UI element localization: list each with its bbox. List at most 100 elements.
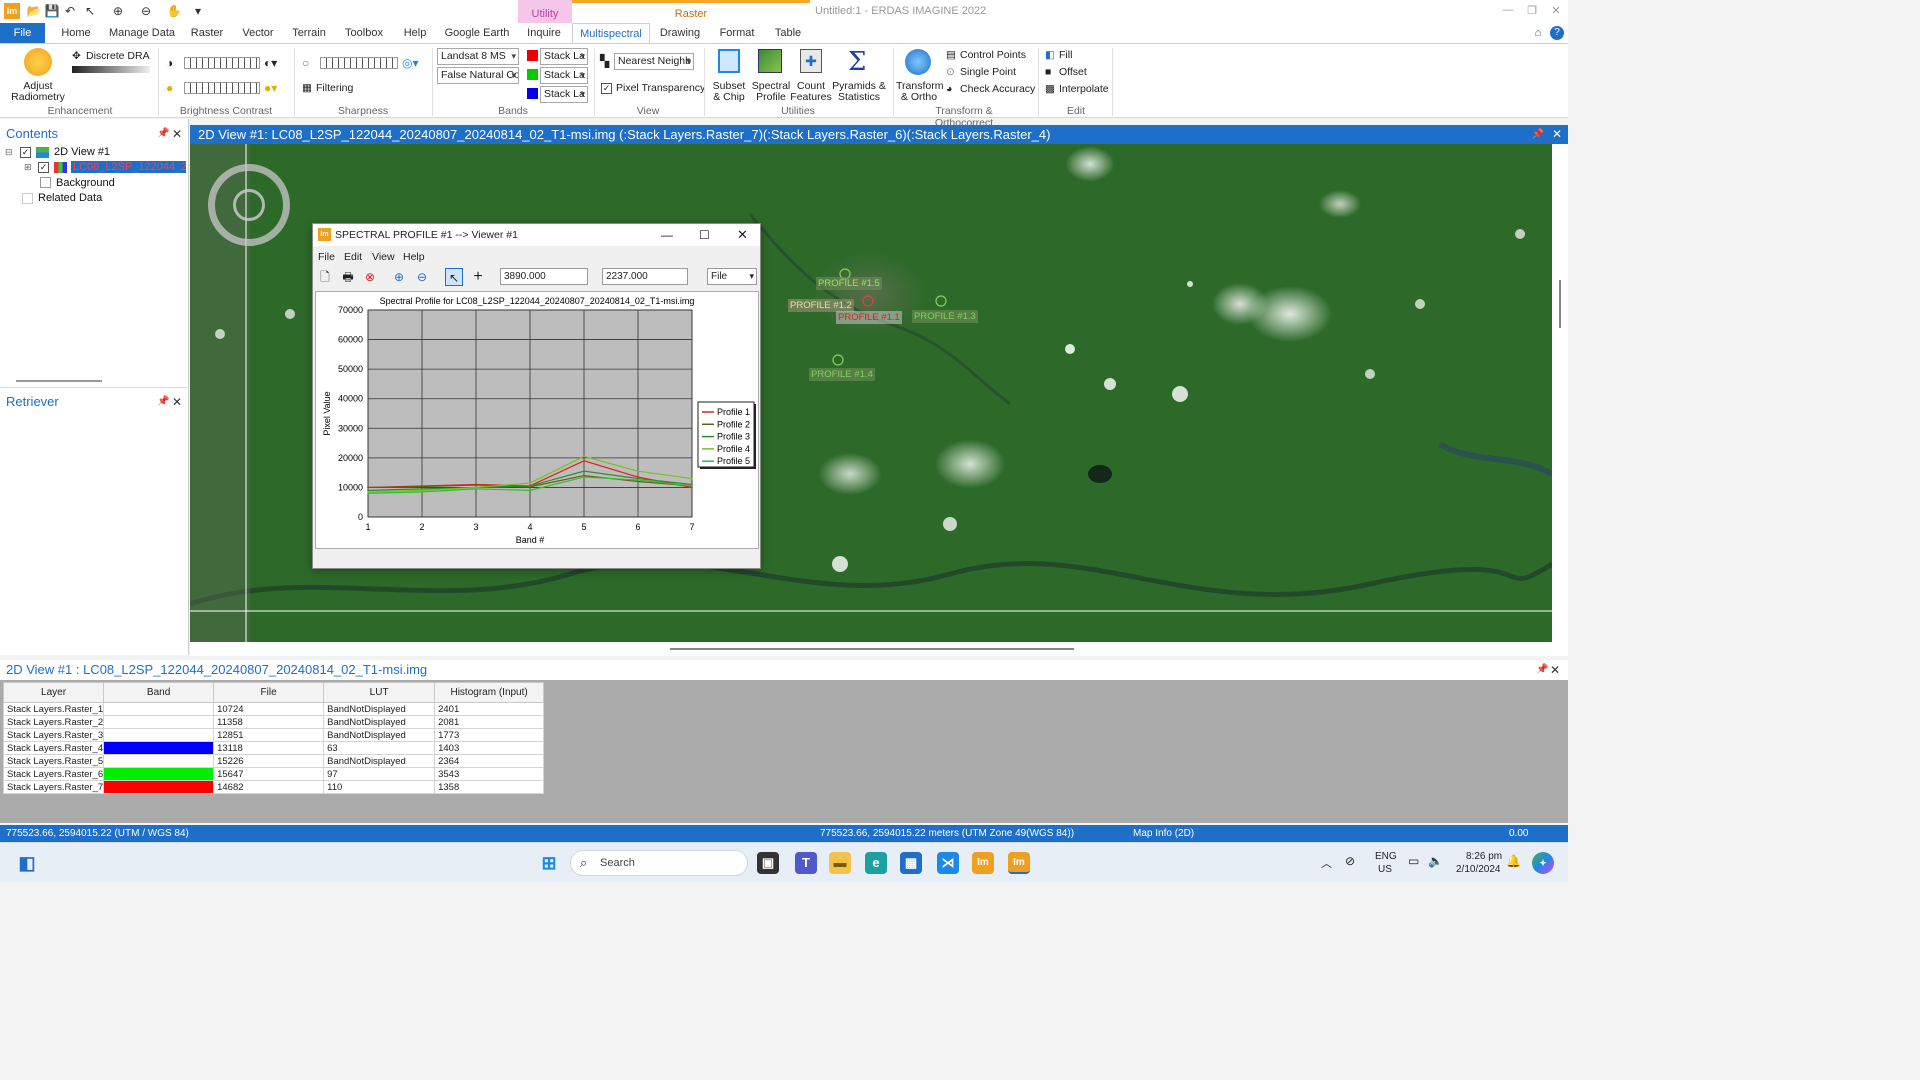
contrast-slider[interactable] (184, 82, 260, 94)
subset-chip-button[interactable]: Subset & Chip (708, 81, 750, 103)
table-row[interactable]: Stack Layers.Raster_3 12851 BandNotDisplay… (2, 728, 545, 742)
vscode-icon[interactable]: ⋊ (937, 852, 959, 874)
new-icon[interactable]: 🗋 (316, 268, 334, 286)
expand-layer-icon[interactable]: ⊞ (24, 162, 32, 173)
tab-table[interactable]: Table (768, 23, 808, 43)
view-checkbox[interactable]: ✓ (20, 147, 31, 158)
cell-lut[interactable]: BandNotDisplayed (323, 754, 436, 768)
contents-pin-icon[interactable]: 📌 (157, 128, 169, 139)
retriever-pin-icon[interactable]: 📌 (157, 396, 169, 407)
tree-item-related-data[interactable]: Related Data (38, 192, 102, 204)
adjust-radiometry-button[interactable]: Adjust Radiometry (8, 81, 68, 103)
store-icon[interactable]: ▦ (900, 852, 922, 874)
brightness-slider[interactable] (184, 57, 260, 69)
profile-label-1-4[interactable]: PROFILE #1.4 (809, 368, 875, 381)
start-icon[interactable]: ⊞ (538, 852, 560, 874)
zoom-out-icon[interactable]: ⊖ (138, 3, 154, 19)
dialog-menu-file[interactable]: File (318, 251, 335, 263)
tab-drawing[interactable]: Drawing (655, 23, 705, 43)
x-coordinate-input[interactable]: 3890.000 (500, 268, 588, 285)
tree-item-background[interactable]: Background (56, 177, 115, 189)
cell-lut[interactable]: 110 (323, 780, 436, 794)
cell-file[interactable]: 11358 (213, 715, 325, 729)
sharpness-slider[interactable] (320, 57, 398, 69)
table-row[interactable]: Stack Layers.Raster_6 15647 97 3543 (2, 767, 545, 781)
zoom-out-icon[interactable]: ⊖ (413, 268, 431, 286)
volume-icon[interactable]: 🔈 (1428, 854, 1443, 868)
cell-lut[interactable]: 63 (323, 741, 436, 755)
cell-band[interactable] (103, 728, 215, 742)
status-map-info[interactable]: Map Info (2D) (1133, 825, 1194, 842)
table-row[interactable]: Stack Layers.Raster_5 15226 BandNotDisplay… (2, 754, 545, 768)
col-layer[interactable]: Layer (2, 682, 105, 703)
cell-layer[interactable]: Stack Layers.Raster_3 (2, 728, 105, 742)
erdas-taskbar-icon[interactable]: Im (972, 852, 994, 874)
tab-help[interactable]: Help (396, 23, 434, 43)
contents-scrollbar[interactable] (16, 380, 102, 382)
zoom-in-icon[interactable]: ⊕ (390, 268, 408, 286)
discrete-dra-button[interactable]: Discrete DRA (86, 50, 150, 62)
tray-overflow-icon[interactable]: ︿ (1321, 855, 1332, 871)
cell-file[interactable]: 14682 (213, 780, 325, 794)
cell-histogram[interactable]: 2081 (434, 715, 545, 729)
profile-label-1-5[interactable]: PROFILE #1.5 (816, 277, 882, 290)
resample-method-select[interactable]: Nearest Neighb (614, 53, 694, 70)
create-profile-crosshair-icon[interactable]: + (469, 268, 487, 286)
select-icon[interactable]: ↖ (82, 3, 98, 19)
col-band[interactable]: Band (103, 682, 215, 703)
adjust-radiometry-icon[interactable] (24, 48, 52, 76)
cell-histogram[interactable]: 1773 (434, 728, 545, 742)
profile-source-select[interactable]: File ▾ (707, 268, 757, 285)
profile-label-1-3[interactable]: PROFILE #1.3 (912, 310, 978, 323)
tab-manage-data[interactable]: Manage Data (108, 23, 176, 43)
count-features-button[interactable]: Count Features (790, 81, 832, 103)
subset-chip-icon[interactable] (718, 49, 740, 73)
print-icon[interactable]: 🖶 (339, 268, 357, 286)
profile-label-1-1[interactable]: PROFILE #1.1 (836, 311, 902, 324)
cell-band[interactable] (103, 767, 215, 781)
col-file[interactable]: File (213, 682, 325, 703)
contrast-icon[interactable]: ◐▾ (264, 56, 277, 70)
cell-band[interactable] (103, 715, 215, 729)
zoom-in-icon[interactable]: ⊕ (110, 3, 126, 19)
table-row[interactable]: Stack Layers.Raster_4 13118 63 1403 (2, 741, 545, 755)
dialog-minimize-button[interactable]: — (661, 224, 673, 246)
single-point-button[interactable]: Single Point (960, 66, 1016, 78)
table-row[interactable]: Stack Layers.Raster_1 10724 BandNotDisplay… (2, 702, 545, 716)
display-icon[interactable]: ▭ (1408, 854, 1419, 868)
y-coordinate-input[interactable]: 2237.000 (602, 268, 688, 285)
tab-home[interactable]: Home (55, 23, 97, 43)
transform-ortho-button[interactable]: Transform & Ortho (896, 81, 943, 103)
spectral-profile-icon[interactable] (758, 49, 782, 73)
green-layer-select[interactable]: Stack La (540, 67, 588, 84)
spectral-profile-button[interactable]: Spectral Profile (750, 81, 792, 103)
cell-file[interactable]: 15226 (213, 754, 325, 768)
select-pointer-icon[interactable]: ↖ (445, 268, 463, 286)
cell-lut[interactable]: 97 (323, 767, 436, 781)
clock-date[interactable]: 2/10/2024 (1456, 864, 1501, 875)
tab-vector[interactable]: Vector (237, 23, 279, 43)
col-lut[interactable]: LUT (323, 682, 436, 703)
fill-button[interactable]: Fill (1059, 49, 1072, 61)
cell-histogram[interactable]: 3543 (434, 767, 545, 781)
file-explorer-icon[interactable]: ▬ (829, 852, 851, 874)
dialog-maximize-button[interactable]: ☐ (699, 224, 710, 246)
check-accuracy-button[interactable]: Check Accuracy (960, 83, 1035, 95)
tab-toolbox[interactable]: Toolbox (340, 23, 388, 43)
transform-ortho-icon[interactable] (905, 49, 931, 75)
offset-button[interactable]: Offset (1059, 66, 1087, 78)
view-close-icon[interactable]: ✕ (1552, 125, 1562, 144)
spectral-profile-chart[interactable]: 0 10000 20000 30000 40000 50000 60000 70000 1 2 3 4… (315, 291, 759, 549)
help-icon[interactable]: ? (1550, 26, 1564, 40)
cell-histogram[interactable]: 2364 (434, 754, 545, 768)
navigation-wheel-icon[interactable] (208, 164, 290, 246)
cell-file[interactable]: 13118 (213, 741, 325, 755)
close-button[interactable]: ✕ (1548, 4, 1564, 18)
task-view-icon[interactable]: ▣ (757, 852, 779, 874)
cell-layer[interactable]: Stack Layers.Raster_1 (2, 702, 105, 716)
dialog-menu-view[interactable]: View (372, 251, 395, 263)
copilot-icon[interactable]: ✦ (1532, 852, 1554, 874)
save-icon[interactable]: 💾 (44, 3, 60, 19)
table-row[interactable]: Stack Layers.Raster_2 11358 BandNotDisplay… (2, 715, 545, 729)
network-icon[interactable]: ⊘ (1345, 854, 1355, 868)
